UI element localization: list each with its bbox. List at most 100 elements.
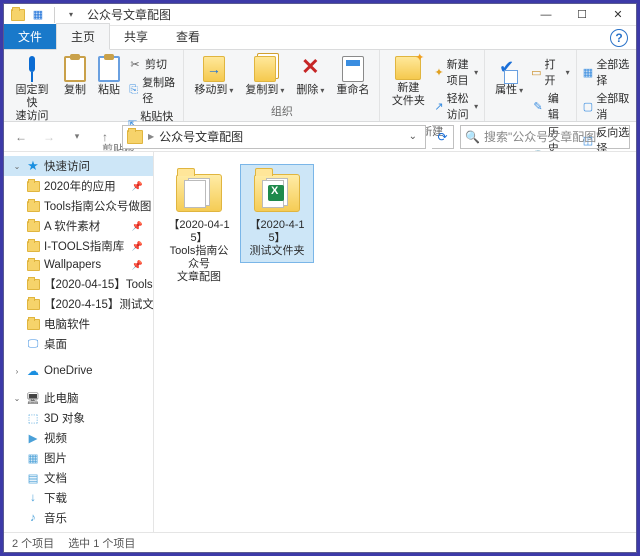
folder-icon [26,199,40,213]
group-label-organize: 组织 [190,102,373,121]
refresh-button[interactable]: ⟳ [432,125,454,149]
status-bar: 2 个项目 选中 1 个项目 [4,532,636,552]
move-to-button[interactable]: 移动到▾ [190,54,237,99]
folder-icon [26,219,40,233]
folder-icon [26,179,40,193]
folder-icon [26,317,40,331]
delete-icon: ✕ [301,56,319,82]
sidebar-item-videos[interactable]: ▶视频 [4,428,153,448]
sidebar-item-downloads[interactable]: ↓下载 [4,488,153,508]
sidebar-item[interactable]: 🖵桌面 [4,334,153,354]
properties-icon [498,56,520,82]
sidebar-item[interactable]: Wallpapers📌 [4,256,153,274]
collapse-icon[interactable]: ⌄ [12,394,22,403]
copy-path-button[interactable]: ⎘复制路径 [128,74,177,106]
sidebar-item-music[interactable]: ♪音乐 [4,508,153,528]
documents-icon: ▤ [26,471,40,485]
qat-dropdown-icon[interactable]: ▾ [63,7,79,23]
ribbon-tabs: 文件 主页 共享 查看 ? [4,26,636,50]
sidebar-item[interactable]: A 软件素材📌 [4,216,153,236]
folder-label: 【2020-4-15】 测试文件夹 [245,219,309,258]
chevron-right-icon[interactable]: ▶ [148,132,154,141]
expand-icon[interactable]: › [12,367,22,376]
nav-forward-button[interactable]: → [38,126,60,148]
minimize-button[interactable]: — [528,4,564,25]
qat-properties-icon[interactable]: ▦ [30,7,46,23]
navigation-pane[interactable]: ⌄ ★ 快速访问 2020年的应用📌 Tools指南公众号做图📌 A 软件素材📌… [4,152,154,532]
move-to-icon [203,56,225,82]
pin-icon: 📌 [132,241,149,252]
copy-to-button[interactable]: 复制到▾ [241,54,288,99]
cut-button[interactable]: ✂剪切 [128,56,177,72]
status-count: 2 个项目 [12,535,54,551]
music-icon: ♪ [26,511,40,525]
select-all-button[interactable]: ▦全部选择 [583,56,630,88]
downloads-icon: ↓ [26,491,40,505]
sidebar-item[interactable]: 【2020-4-15】测试文件夹 [4,294,153,314]
select-none-button[interactable]: ▢全部取消 [583,90,630,122]
file-list[interactable]: 【2020-04-15】 Tools指南公众号 文章配图 【2020-4-15】… [154,152,636,532]
ribbon-group-select: ▦全部选择 ▢全部取消 ◫反向选择 选择 [577,50,636,121]
ribbon-group-new: 新建文件夹 ✦新建项目▾ ↗轻松访问▾ 新建 [380,50,485,121]
sidebar-onedrive[interactable]: ›☁OneDrive [4,362,153,380]
maximize-button[interactable]: ☐ [564,4,600,25]
sidebar-item[interactable]: 电脑软件 [4,314,153,334]
rename-button[interactable]: 重命名 [332,54,373,99]
ribbon: 固定到快速访问 复制 粘贴 ✂剪切 ⎘复制路径 ⇱粘贴快捷方式 [4,50,636,122]
search-input[interactable]: 🔍 搜索"公众号文章配图" [460,125,630,149]
sidebar-item[interactable]: 【2020-04-15】Tools指 [4,274,153,294]
paste-icon [98,56,120,82]
excel-icon [268,185,284,201]
folder-item[interactable]: 【2020-04-15】 Tools指南公众号 文章配图 [162,164,236,289]
sidebar-item[interactable]: 2020年的应用📌 [4,176,153,196]
sidebar-item-pictures[interactable]: ▦图片 [4,448,153,468]
sidebar-item[interactable]: Tools指南公众号做图📌 [4,196,153,216]
new-item-button[interactable]: ✦新建项目▾ [434,56,478,88]
copy-button[interactable]: 复制 [60,54,90,99]
new-folder-button[interactable]: 新建文件夹 [386,54,430,110]
tab-view[interactable]: 查看 [162,24,214,49]
select-all-icon: ▦ [583,65,594,79]
tab-file[interactable]: 文件 [4,24,56,49]
edit-button[interactable]: ✎编辑 [531,90,569,122]
collapse-icon[interactable]: ⌄ [12,162,22,171]
sidebar-this-pc[interactable]: ⌄🖥此电脑 [4,388,153,408]
folder-item[interactable]: 【2020-4-15】 测试文件夹 [240,164,314,263]
easy-access-icon: ↗ [434,99,443,113]
sidebar-quick-access[interactable]: ⌄ ★ 快速访问 [4,156,153,176]
address-bar[interactable]: ▶ 公众号文章配图 ⌄ [122,125,426,149]
open-button[interactable]: ▭打开▾ [531,56,569,88]
help-button[interactable]: ? [610,29,628,47]
breadcrumb[interactable]: 公众号文章配图 [159,128,243,145]
search-placeholder: 搜索"公众号文章配图" [484,128,601,145]
close-button[interactable]: ✕ [600,4,636,25]
status-selected: 选中 1 个项目 [68,535,135,551]
nav-back-button[interactable]: ← [10,126,32,148]
path-icon: ⎘ [128,83,139,97]
nav-up-button[interactable]: ↑ [94,126,116,148]
folder-thumb-icon [176,174,222,212]
sidebar-item[interactable]: I-TOOLS指南库📌 [4,236,153,256]
tab-home[interactable]: 主页 [56,23,110,50]
window-title: 公众号文章配图 [83,6,171,23]
pin-to-quick-access-button[interactable]: 固定到快速访问 [10,54,54,125]
address-dropdown-button[interactable]: ⌄ [405,131,421,142]
easy-access-button[interactable]: ↗轻松访问▾ [434,90,478,122]
nav-recent-button[interactable]: ▾ [66,126,88,148]
folder-icon [26,297,40,311]
address-bar-row: ← → ▾ ↑ ▶ 公众号文章配图 ⌄ ⟳ 🔍 搜索"公众号文章配图" [4,122,636,152]
properties-button[interactable]: 属性▾ [491,54,527,99]
select-none-icon: ▢ [583,99,594,113]
sidebar-item-3d[interactable]: ⬚3D 对象 [4,408,153,428]
pin-icon [21,56,43,82]
paste-button[interactable]: 粘贴 [94,54,124,99]
sidebar-item-documents[interactable]: ▤文档 [4,468,153,488]
folder-icon [26,277,40,291]
delete-button[interactable]: ✕ 删除▾ [292,54,328,99]
scissors-icon: ✂ [128,57,142,71]
tab-share[interactable]: 共享 [110,24,162,49]
app-folder-icon [10,7,26,23]
star-icon: ★ [26,159,40,173]
pin-icon: 📌 [132,260,149,271]
pin-icon: 📌 [132,221,149,232]
